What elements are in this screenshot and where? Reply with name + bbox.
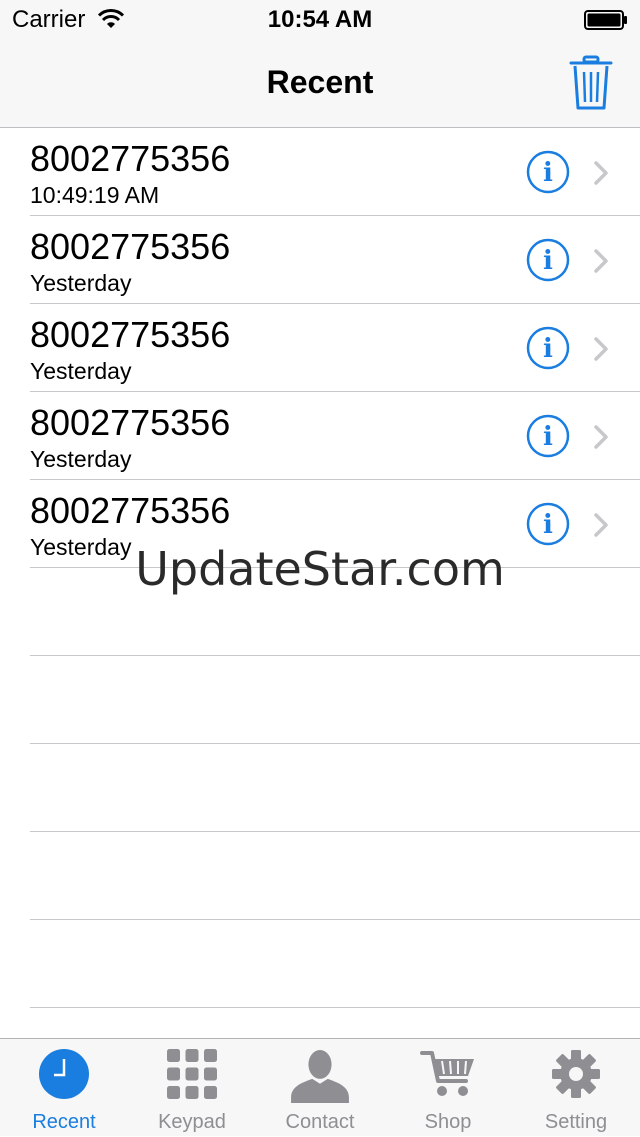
contact-icon <box>291 1049 349 1103</box>
chevron-right-icon <box>594 337 608 361</box>
call-row[interactable]: 8002775356 Yesterday i <box>0 304 640 392</box>
call-time: Yesterday <box>30 446 132 472</box>
tab-label: Shop <box>424 1111 472 1133</box>
page-title: Recent <box>266 64 374 100</box>
keypad-icon <box>167 1049 217 1099</box>
tab-bar: Recent Keypad Contact Shop Setting <box>0 1038 640 1136</box>
call-time: 10:49:19 AM <box>30 182 160 208</box>
call-number: 8002775356 <box>30 402 231 443</box>
call-time: Yesterday <box>30 358 132 384</box>
info-icon[interactable]: i <box>526 238 570 282</box>
chevron-right-icon <box>594 425 608 449</box>
svg-text:i: i <box>543 246 553 276</box>
svg-text:i: i <box>543 158 553 188</box>
svg-text:i: i <box>543 510 553 540</box>
tab-label: Keypad <box>158 1111 226 1133</box>
svg-text:i: i <box>543 334 553 364</box>
empty-row <box>0 744 640 832</box>
navigation-bar: Recent <box>0 40 640 128</box>
trash-icon[interactable] <box>568 54 614 112</box>
chevron-right-icon <box>594 161 608 185</box>
call-row[interactable]: 8002775356 Yesterday i <box>0 216 640 304</box>
tab-contact[interactable]: Contact <box>256 1039 384 1137</box>
chevron-right-icon <box>594 249 608 273</box>
tab-label: Recent <box>32 1111 96 1133</box>
info-icon[interactable]: i <box>526 502 570 546</box>
call-number: 8002775356 <box>30 226 231 267</box>
info-icon[interactable]: i <box>526 150 570 194</box>
tab-recent[interactable]: Recent <box>0 1039 128 1137</box>
call-row[interactable]: 8002775356 10:49:19 AM i <box>0 128 640 216</box>
tab-label: Contact <box>285 1111 355 1133</box>
call-number: 8002775356 <box>30 314 231 355</box>
call-number: 8002775356 <box>30 138 231 179</box>
info-icon[interactable]: i <box>526 326 570 370</box>
watermark-text: UpdateStar.com <box>135 542 505 596</box>
chevron-right-icon <box>594 513 608 537</box>
tab-shop[interactable]: Shop <box>384 1039 512 1137</box>
status-time: 10:54 AM <box>267 6 373 33</box>
cart-icon <box>420 1051 474 1096</box>
call-time: Yesterday <box>30 270 132 296</box>
call-number: 8002775356 <box>30 490 231 531</box>
tab-keypad[interactable]: Keypad <box>128 1039 256 1137</box>
tab-label: Setting <box>544 1111 608 1133</box>
battery-icon <box>584 10 627 30</box>
empty-row <box>0 832 640 920</box>
clock-icon <box>39 1049 89 1099</box>
empty-row <box>0 920 640 1008</box>
tab-setting[interactable]: Setting <box>512 1039 640 1137</box>
gear-icon <box>552 1050 600 1098</box>
svg-text:i: i <box>543 422 553 452</box>
status-bar: Carrier 10:54 AM <box>0 0 640 40</box>
empty-row <box>0 656 640 744</box>
call-row[interactable]: 8002775356 Yesterday i <box>0 392 640 480</box>
info-icon[interactable]: i <box>526 414 570 458</box>
